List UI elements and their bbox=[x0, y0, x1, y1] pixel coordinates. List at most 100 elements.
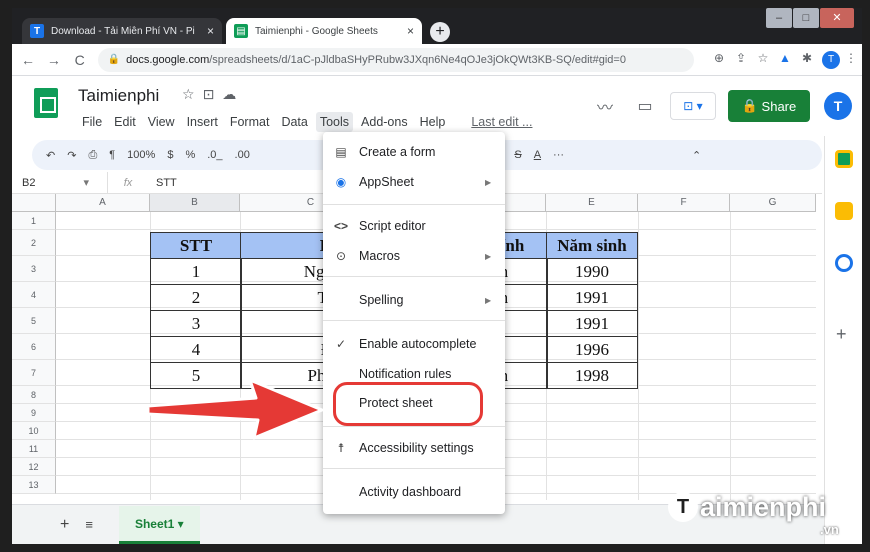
browser-tab-sheets[interactable]: ▤ Taimienphi - Google Sheets × bbox=[226, 18, 422, 44]
row-header-7[interactable]: 7 bbox=[12, 360, 56, 386]
bookmark-star-icon[interactable]: ☆ bbox=[752, 51, 774, 69]
back-icon[interactable]: ← bbox=[18, 52, 38, 68]
stt-cell[interactable]: 2 bbox=[150, 284, 242, 311]
row-header-12[interactable]: 12 bbox=[12, 458, 56, 476]
birthyear-cell[interactable]: 1996 bbox=[546, 336, 638, 363]
collapse-toolbar-icon[interactable]: ⌃ bbox=[692, 149, 701, 162]
present-button[interactable]: ⊡ ▾ bbox=[670, 92, 716, 120]
row-header-11[interactable]: 11 bbox=[12, 440, 56, 458]
comments-icon[interactable]: ▭ bbox=[630, 96, 660, 116]
profile-avatar[interactable]: T bbox=[822, 50, 840, 69]
share-button[interactable]: 🔒 Share bbox=[728, 90, 810, 122]
all-sheets-icon[interactable]: ≡ bbox=[85, 517, 93, 532]
zoom-icon[interactable]: ⊕ bbox=[708, 51, 730, 69]
address-bar[interactable]: 🔒 docs.google.com /spreadsheets/d/1aC-pJ… bbox=[97, 47, 694, 72]
keep-icon[interactable] bbox=[835, 202, 853, 220]
share-page-icon[interactable]: ⇪ bbox=[730, 51, 752, 69]
menu-help[interactable]: Help bbox=[416, 112, 450, 132]
strikethrough-button[interactable]: S bbox=[514, 149, 521, 161]
menu-insert[interactable]: Insert bbox=[183, 112, 222, 132]
formula-input[interactable]: STT bbox=[148, 177, 177, 189]
activity-trend-icon[interactable]: 〰 bbox=[590, 94, 620, 118]
star-icon[interactable]: ☆ bbox=[182, 86, 203, 102]
text-color-button[interactable]: A bbox=[534, 149, 541, 161]
account-avatar[interactable]: T bbox=[824, 92, 852, 120]
last-edit-link[interactable]: Last edit ... bbox=[467, 112, 536, 132]
menu-view[interactable]: View bbox=[144, 112, 179, 132]
extensions-icon[interactable]: ✱ bbox=[796, 51, 818, 69]
column-header-f[interactable]: F bbox=[638, 194, 730, 212]
menu-file[interactable]: File bbox=[78, 112, 106, 132]
menu-item-accessibility-settings[interactable]: ☨ Accessibility settings bbox=[323, 436, 505, 460]
birthyear-cell[interactable]: 1998 bbox=[546, 362, 638, 389]
move-folder-icon[interactable]: ⊡ bbox=[203, 86, 223, 102]
sheets-logo-icon[interactable] bbox=[34, 88, 58, 118]
sheet-tab-sheet1[interactable]: Sheet1 ▾ bbox=[118, 505, 200, 544]
drive-extension-icon[interactable]: ▲ bbox=[774, 51, 796, 69]
add-sheet-button[interactable]: + bbox=[60, 516, 69, 534]
name-box[interactable]: B2 ▾ bbox=[12, 172, 108, 193]
menu-item-enable-autocomplete[interactable]: ✓ Enable autocomplete bbox=[323, 332, 505, 356]
menu-item-create-form[interactable]: ▤ Create a form bbox=[323, 140, 505, 164]
table-header-stt[interactable]: STT bbox=[150, 232, 242, 259]
percent-format-button[interactable]: % bbox=[185, 149, 195, 161]
birthyear-cell[interactable]: 1991 bbox=[546, 310, 638, 337]
maximize-button[interactable]: □ bbox=[793, 8, 819, 28]
menu-data[interactable]: Data bbox=[277, 112, 311, 132]
column-header-b[interactable]: B bbox=[150, 194, 240, 212]
column-header-e[interactable]: E bbox=[546, 194, 638, 212]
stt-cell[interactable]: 3 bbox=[150, 310, 242, 337]
menu-item-spelling[interactable]: Spelling ▶ bbox=[323, 288, 505, 312]
row-header-9[interactable]: 9 bbox=[12, 404, 56, 422]
tasks-icon[interactable] bbox=[835, 254, 853, 272]
menu-item-script-editor[interactable]: <> Script editor bbox=[323, 214, 505, 238]
menu-item-macros[interactable]: ⊙ Macros ▶ bbox=[323, 244, 505, 268]
forward-icon[interactable]: → bbox=[44, 52, 64, 68]
row-header-5[interactable]: 5 bbox=[12, 308, 56, 334]
new-tab-button[interactable]: + bbox=[430, 22, 450, 42]
row-header-6[interactable]: 6 bbox=[12, 334, 56, 360]
row-header-3[interactable]: 3 bbox=[12, 256, 56, 282]
stt-cell[interactable]: 4 bbox=[150, 336, 242, 363]
menu-tools[interactable]: Tools bbox=[315, 112, 354, 132]
row-header-8[interactable]: 8 bbox=[12, 386, 56, 404]
print-icon[interactable]: ⎙ bbox=[88, 149, 97, 162]
zoom-select[interactable]: 100% bbox=[127, 149, 155, 161]
paint-format-icon[interactable]: ¶ bbox=[109, 149, 115, 161]
row-header-1[interactable]: 1 bbox=[12, 212, 56, 230]
birthyear-cell[interactable]: 1991 bbox=[546, 284, 638, 311]
increase-decimal-button[interactable]: .00 bbox=[235, 149, 250, 161]
browser-menu-icon[interactable]: ⋮ bbox=[840, 51, 862, 69]
minimize-button[interactable]: – bbox=[766, 8, 792, 28]
currency-format-button[interactable]: $ bbox=[167, 149, 173, 161]
redo-icon[interactable]: ↷ bbox=[67, 149, 76, 162]
browser-tab-download[interactable]: T Download - Tải Miễn Phí VN - Pi × bbox=[22, 18, 222, 44]
close-window-button[interactable]: ✕ bbox=[820, 8, 854, 28]
stt-cell[interactable]: 1 bbox=[150, 258, 242, 285]
row-header-13[interactable]: 13 bbox=[12, 476, 56, 494]
name-box-dropdown-icon[interactable]: ▾ bbox=[83, 177, 89, 189]
close-tab-icon[interactable]: × bbox=[207, 24, 214, 38]
cloud-status-icon[interactable]: ☁ bbox=[222, 86, 244, 102]
reload-icon[interactable]: C bbox=[70, 52, 90, 68]
birthyear-cell[interactable]: 1990 bbox=[546, 258, 638, 285]
menu-addons[interactable]: Add-ons bbox=[357, 112, 412, 132]
table-header-birthyear[interactable]: Năm sinh bbox=[546, 232, 638, 259]
row-header-4[interactable]: 4 bbox=[12, 282, 56, 308]
menu-format[interactable]: Format bbox=[226, 112, 274, 132]
menu-item-appsheet[interactable]: ◉ AppSheet ▶ bbox=[323, 170, 505, 194]
menu-edit[interactable]: Edit bbox=[110, 112, 140, 132]
column-header-a[interactable]: A bbox=[56, 194, 150, 212]
menu-item-activity-dashboard[interactable]: Activity dashboard bbox=[323, 480, 505, 504]
row-header-10[interactable]: 10 bbox=[12, 422, 56, 440]
more-toolbar-button[interactable]: ··· bbox=[553, 149, 564, 161]
column-header-g[interactable]: G bbox=[730, 194, 816, 212]
close-tab-icon[interactable]: × bbox=[407, 24, 414, 38]
calendar-icon[interactable] bbox=[835, 150, 853, 168]
document-title[interactable]: Taimienphi bbox=[78, 86, 159, 106]
get-addons-plus-icon[interactable]: + bbox=[836, 324, 847, 345]
decrease-decimal-button[interactable]: .0_ bbox=[207, 149, 222, 161]
select-all-corner[interactable] bbox=[12, 194, 56, 212]
undo-icon[interactable]: ↶ bbox=[46, 149, 55, 162]
row-header-2[interactable]: 2 bbox=[12, 230, 56, 256]
